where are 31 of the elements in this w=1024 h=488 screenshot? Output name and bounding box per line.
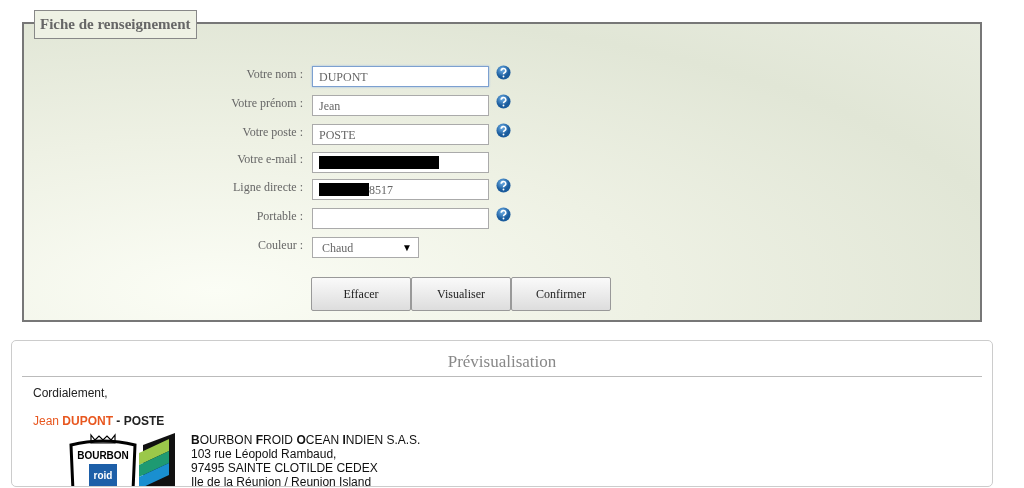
help-icon[interactable] (496, 178, 511, 193)
help-icon[interactable] (496, 207, 511, 222)
field-label: Ligne directe : (232, 178, 304, 196)
input-field[interactable]: 8517 (312, 179, 489, 200)
form-button[interactable]: Effacer (311, 277, 411, 311)
address-line: 97495 SAINTE CLOTILDE CEDEX (191, 460, 379, 475)
field-label: Couleur : (257, 236, 304, 254)
field-label: Votre prénom : (230, 94, 304, 112)
redaction-bar (319, 183, 369, 196)
field-label: Votre poste : (241, 123, 304, 141)
input-field[interactable] (312, 151, 489, 173)
help-icon[interactable] (496, 65, 511, 80)
help-icon[interactable] (496, 94, 511, 109)
field-label: Votre nom : (245, 65, 304, 83)
preview-title: Prévisualisation (22, 349, 982, 377)
input-field[interactable] (312, 208, 489, 229)
address-line: BOURBON FROID OCEAN INDIEN S.A.S. (191, 432, 421, 447)
input-field[interactable]: Jean (312, 95, 489, 116)
address-line: Ile de la Réunion / Reunion Island (191, 474, 373, 486)
field-label: Portable : (255, 207, 304, 225)
signature-line: Jean DUPONT - POSTE (32, 413, 166, 429)
help-icon[interactable] (496, 123, 511, 138)
field-label: Votre e-mail : (236, 151, 304, 168)
form-button[interactable]: Confirmer (511, 277, 611, 311)
input-field[interactable]: POSTE (312, 124, 489, 145)
form-legend: Fiche de renseignement (34, 10, 197, 39)
greeting-text: Cordialement, (32, 385, 109, 401)
input-field[interactable]: DUPONT (312, 66, 489, 87)
color-select[interactable]: Chaud ▼ (312, 237, 419, 258)
address-line: 103 rue Léopold Rambaud, (191, 446, 338, 461)
form-button[interactable]: Visualiser (411, 277, 511, 311)
